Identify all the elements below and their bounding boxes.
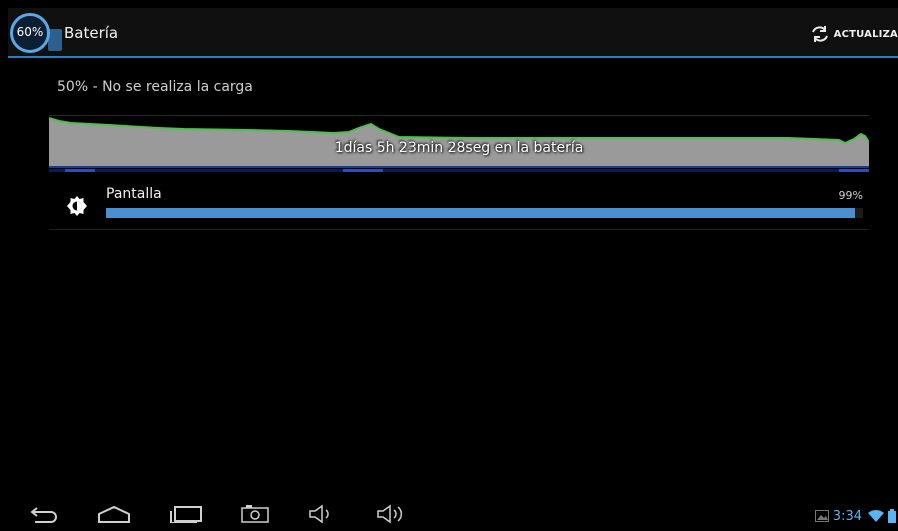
volume-down-icon: [309, 504, 329, 524]
home-button[interactable]: [94, 501, 134, 527]
home-icon: [98, 505, 130, 523]
battery-status-text: 50% - No se realiza la carga: [57, 79, 253, 95]
usage-bar: [106, 208, 863, 218]
screenshot-button[interactable]: [238, 501, 272, 527]
usage-label: Pantalla: [106, 186, 162, 202]
back-button[interactable]: [26, 501, 62, 527]
graph-strip-4: [343, 169, 383, 172]
graph-strip-2: [49, 169, 869, 172]
app-icon-percent: 60%: [16, 25, 44, 39]
wifi-icon: [868, 509, 884, 522]
battery-status-icon: [888, 509, 896, 523]
navigation-bar: 3:34: [0, 497, 898, 531]
back-icon: [30, 507, 57, 523]
battery-history-graph[interactable]: 1días 5h 23min 28seg en la batería: [49, 115, 869, 173]
recent-apps-button[interactable]: [166, 501, 206, 527]
battery-duration-label: 1días 5h 23min 28seg en la batería: [334, 140, 584, 156]
graph-strip-1: [49, 166, 869, 168]
volume-up-icon: [377, 504, 403, 524]
usage-percent: 99%: [838, 189, 863, 202]
volume-down-button[interactable]: [306, 501, 336, 527]
refresh-icon: [811, 26, 828, 42]
battery-app-icon[interactable]: 60%: [10, 13, 62, 53]
recent-apps-icon: [170, 506, 202, 523]
screen: 60% Batería ACTUALIZA 50% - No se realiz…: [8, 8, 898, 531]
usage-item-pantalla[interactable]: Pantalla 99%: [49, 182, 869, 230]
app-icon-tail: [48, 29, 62, 51]
graph-strip-3: [65, 169, 95, 172]
refresh-button[interactable]: ACTUALIZA: [810, 22, 898, 46]
volume-up-button[interactable]: [374, 501, 410, 527]
brightness-icon: [67, 196, 87, 216]
usage-bar-fill: [106, 208, 856, 218]
clock: 3:34: [832, 508, 862, 524]
refresh-label: ACTUALIZA: [833, 28, 898, 40]
graph-strip-5: [839, 169, 869, 172]
camera-icon: [241, 505, 269, 523]
system-tray[interactable]: 3:34: [814, 505, 898, 527]
page-title: Batería: [64, 24, 119, 42]
action-bar: 60% Batería ACTUALIZA: [8, 8, 898, 58]
gallery-notification-icon: [814, 510, 829, 522]
